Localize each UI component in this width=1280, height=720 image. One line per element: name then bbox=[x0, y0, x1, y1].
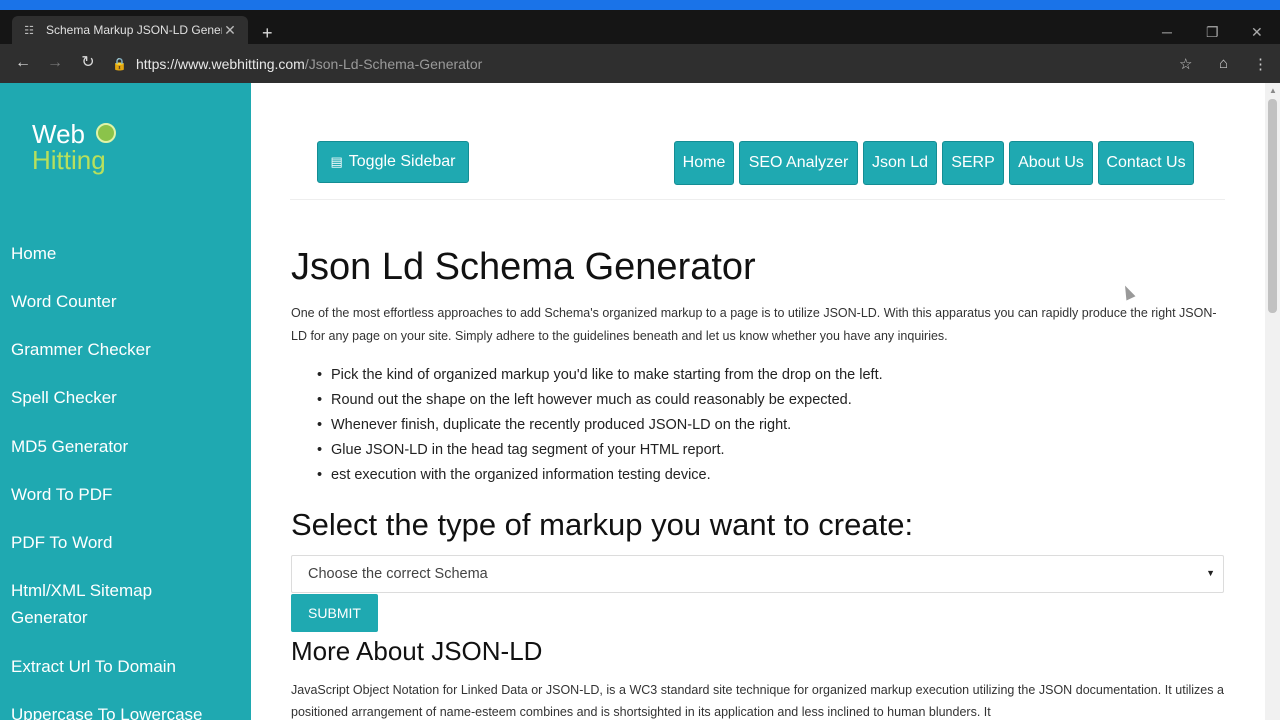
sidebar-item-extract-url[interactable]: Extract Url To Domain bbox=[11, 653, 176, 680]
schema-select-value: Choose the correct Schema bbox=[308, 566, 488, 582]
list-item: est execution with the organized informa… bbox=[317, 463, 883, 488]
window-close-icon[interactable]: ✕ bbox=[1251, 24, 1263, 41]
logo-line1: Web bbox=[32, 119, 85, 149]
restore-icon[interactable]: ❐ bbox=[1206, 24, 1219, 41]
page-favicon-icon: ☷ bbox=[24, 24, 34, 37]
sidebar-item-word-to-pdf[interactable]: Word To PDF bbox=[11, 481, 112, 508]
toggle-sidebar-button[interactable]: ▤ Toggle Sidebar bbox=[317, 141, 469, 183]
web-page: Web Hitting Home Word Counter Grammer Ch… bbox=[0, 83, 1280, 720]
lock-icon: 🔒 bbox=[112, 57, 127, 71]
bookmark-star-icon[interactable]: ☆ bbox=[1179, 55, 1192, 73]
page-title: Json Ld Schema Generator bbox=[291, 246, 756, 288]
browser-toolbar: ← → ↻ 🔒 https://www.webhitting.com/Json-… bbox=[0, 44, 1280, 83]
list-item: Pick the kind of organized markup you'd … bbox=[317, 363, 883, 388]
sidebar-item-label: Generator bbox=[11, 608, 88, 627]
scrollbar-thumb[interactable] bbox=[1268, 99, 1277, 313]
site-logo[interactable]: Web Hitting bbox=[32, 119, 116, 175]
tennis-ball-icon bbox=[96, 123, 116, 143]
page-scrollbar[interactable]: ▲ bbox=[1265, 83, 1280, 720]
list-item: Whenever finish, duplicate the recently … bbox=[317, 413, 883, 438]
minimize-icon[interactable]: ─ bbox=[1162, 24, 1172, 40]
submit-button[interactable]: SUBMIT bbox=[291, 594, 378, 632]
reload-icon[interactable]: ↻ bbox=[78, 54, 98, 72]
about-json-ld-paragraph: JavaScript Object Notation for Linked Da… bbox=[291, 683, 1224, 719]
sidebar-item-word-counter[interactable]: Word Counter bbox=[11, 288, 117, 315]
sidebar-item-md5-generator[interactable]: MD5 Generator bbox=[11, 433, 128, 460]
back-icon[interactable]: ← bbox=[13, 54, 33, 72]
menu-icon: ▤ bbox=[330, 154, 343, 169]
nav-about-us-button[interactable]: About Us bbox=[1009, 141, 1093, 185]
tab-title: Schema Markup JSON-LD Gener bbox=[46, 23, 222, 37]
nav-serp-button[interactable]: SERP bbox=[942, 141, 1004, 185]
select-heading: Select the type of markup you want to cr… bbox=[291, 507, 914, 542]
scroll-up-icon[interactable]: ▲ bbox=[1269, 86, 1277, 95]
list-item: Round out the shape on the left however … bbox=[317, 388, 883, 413]
dropdown-caret-icon: ▼ bbox=[1206, 568, 1215, 578]
browser-top-accent bbox=[0, 0, 1280, 10]
nav-home-button[interactable]: Home bbox=[674, 141, 734, 185]
url-path: /Json-Ld-Schema-Generator bbox=[304, 56, 483, 72]
browser-tab-bar: ☷ Schema Markup JSON-LD Gener ✕ + ─ ❐ ✕ bbox=[0, 10, 1280, 44]
sidebar-item-label: Html/XML Sitemap bbox=[11, 581, 153, 600]
sidebar-item-sitemap-generator[interactable]: Html/XML Sitemap Generator bbox=[11, 577, 152, 631]
intro-paragraph: One of the most effortless approaches to… bbox=[291, 306, 1217, 343]
instructions-list: Pick the kind of organized markup you'd … bbox=[317, 363, 883, 488]
logo-line2: Hitting bbox=[32, 145, 106, 175]
sidebar-item-grammer-checker[interactable]: Grammer Checker bbox=[11, 336, 151, 363]
toggle-sidebar-label: Toggle Sidebar bbox=[348, 153, 456, 170]
mouse-cursor-icon bbox=[1120, 283, 1136, 301]
list-item: Glue JSON-LD in the head tag segment of … bbox=[317, 438, 883, 463]
sidebar-item-spell-checker[interactable]: Spell Checker bbox=[11, 384, 117, 411]
sidebar-item-home[interactable]: Home bbox=[11, 240, 56, 267]
sidebar-item-pdf-to-word[interactable]: PDF To Word bbox=[11, 529, 112, 556]
nav-json-ld-button[interactable]: Json Ld bbox=[863, 141, 937, 185]
forward-icon[interactable]: → bbox=[45, 54, 65, 72]
url-host: https://www.webhitting.com bbox=[136, 56, 305, 72]
top-navbar: ▤ Toggle Sidebar Home SEO Analyzer Json … bbox=[290, 138, 1225, 200]
schema-type-select[interactable]: Choose the correct Schema ▼ bbox=[291, 555, 1224, 593]
nav-contact-us-button[interactable]: Contact Us bbox=[1098, 141, 1194, 185]
new-tab-icon[interactable]: + bbox=[262, 24, 273, 42]
more-heading: More About JSON-LD bbox=[291, 636, 543, 666]
sidebar-item-uppercase-to-lowercase[interactable]: Uppercase To Lowercase bbox=[11, 701, 203, 720]
address-bar[interactable]: 🔒 https://www.webhitting.com/Json-Ld-Sch… bbox=[112, 50, 1202, 78]
browser-menu-icon[interactable]: ⋮ bbox=[1253, 55, 1268, 73]
nav-seo-analyzer-button[interactable]: SEO Analyzer bbox=[739, 141, 858, 185]
sidebar: Web Hitting Home Word Counter Grammer Ch… bbox=[0, 83, 251, 720]
tab-close-icon[interactable]: ✕ bbox=[222, 22, 238, 39]
browser-tab[interactable]: ☷ Schema Markup JSON-LD Gener ✕ bbox=[12, 16, 248, 44]
extension-icon[interactable]: ⌂ bbox=[1219, 55, 1228, 72]
